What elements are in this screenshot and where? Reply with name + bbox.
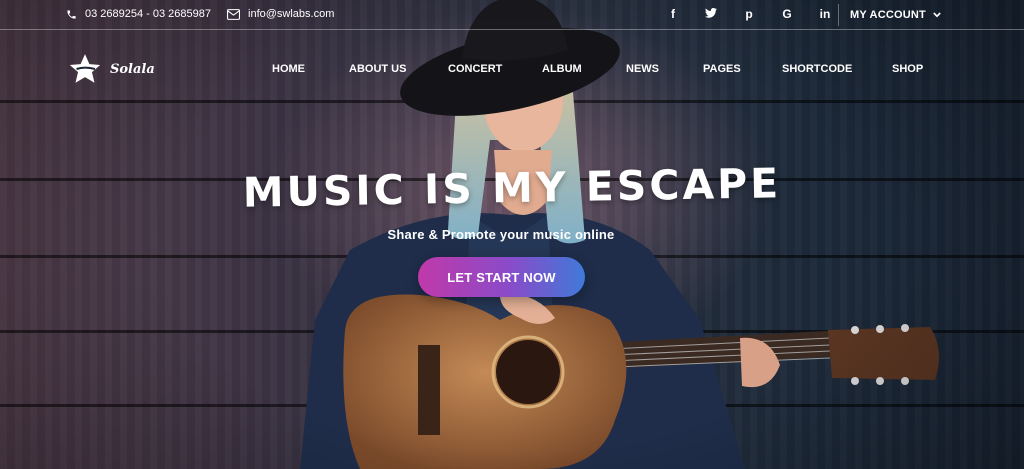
hero-subtitle: Share & Promote your music online (387, 227, 615, 242)
my-account-label[interactable]: MY ACCOUNT (850, 9, 926, 21)
nav-item-album[interactable]: ALBUM (542, 63, 582, 75)
start-now-button[interactable]: LET START NOW (418, 257, 585, 297)
email-address[interactable]: info@swlabs.com (248, 8, 334, 20)
nav-item-concert[interactable]: CONCERT (448, 63, 502, 75)
social-links: f p G in (654, 6, 844, 22)
chevron-down-icon (933, 12, 941, 18)
twitter-icon[interactable] (692, 6, 730, 22)
my-account-menu[interactable]: MY ACCOUNT (838, 4, 941, 26)
nav-item-about-us[interactable]: ABOUT US (349, 63, 406, 75)
email-item[interactable]: info@swlabs.com (227, 8, 334, 20)
facebook-icon[interactable]: f (654, 6, 692, 22)
nav-item-pages[interactable]: PAGES (703, 63, 741, 75)
nav-item-home[interactable]: HOME (272, 63, 305, 75)
nav-item-shortcode[interactable]: SHORTCODE (782, 63, 852, 75)
logo[interactable]: Solala (68, 52, 155, 86)
star-logo-icon (69, 54, 101, 83)
nav-item-news[interactable]: NEWS (626, 63, 659, 75)
hero-section: 03 2689254 - 03 2685987 info@swlabs.com … (0, 0, 1024, 469)
phone-number: 03 2689254 - 03 2685987 (85, 8, 212, 20)
google-icon[interactable]: G (768, 6, 806, 22)
nav-item-shop[interactable]: SHOP (892, 63, 923, 75)
pinterest-icon[interactable]: p (730, 6, 768, 22)
top-bar: 03 2689254 - 03 2685987 info@swlabs.com … (0, 0, 1024, 30)
phone-icon (67, 9, 76, 19)
phone-item: 03 2689254 - 03 2685987 (66, 8, 211, 20)
contact-info: 03 2689254 - 03 2685987 info@swlabs.com (66, 8, 350, 20)
envelope-icon (227, 8, 241, 20)
brand-name[interactable]: Solala (110, 62, 155, 77)
